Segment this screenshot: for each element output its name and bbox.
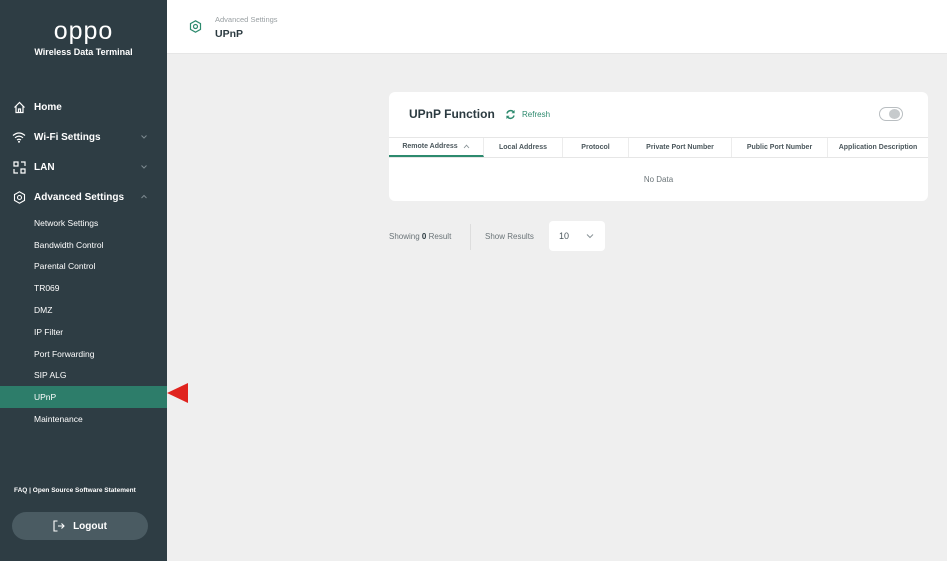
sidebar-item-label: Advanced Settings [34, 191, 125, 203]
sidebar-subitem-parental-control[interactable]: Parental Control [0, 256, 167, 278]
refresh-button[interactable]: Refresh [505, 109, 550, 120]
column-private-port-number[interactable]: Private Port Number [629, 138, 732, 157]
chevron-down-icon [141, 135, 147, 139]
logout-icon [53, 520, 65, 532]
chevron-up-icon [141, 194, 147, 199]
showing-suffix: Result [428, 232, 452, 241]
gear-icon [12, 190, 26, 204]
column-header-label: Application Description [838, 144, 918, 151]
show-results-label: Show Results [485, 232, 534, 241]
sidebar-item-lan[interactable]: LAN [0, 152, 167, 182]
column-header-label: Remote Address [402, 143, 458, 150]
gear-icon [189, 20, 202, 33]
logout-label: Logout [73, 520, 107, 532]
oppo-logo: oppo [53, 17, 114, 45]
sidebar-item-home[interactable]: Home [0, 92, 167, 122]
sidebar-item-wifi-settings[interactable]: Wi-Fi Settings [0, 122, 167, 152]
brand: oppo Wireless Data Terminal [0, 18, 167, 57]
refresh-label: Refresh [522, 110, 551, 119]
header-bar: Advanced Settings UPnP [167, 0, 947, 54]
column-header-label: Local Address [499, 144, 547, 151]
showing-prefix: Showing [389, 232, 420, 241]
page-size-select[interactable]: 10 [549, 221, 605, 251]
card-title: UPnP Function [409, 107, 495, 121]
upnp-toggle[interactable] [879, 107, 903, 121]
page-title: UPnP [215, 28, 244, 40]
sidebar-item-label: LAN [34, 161, 55, 173]
divider [470, 224, 471, 250]
lan-icon [12, 160, 26, 174]
wifi-icon [12, 130, 26, 144]
sidebar-subitem-sip-alg[interactable]: SIP ALG [0, 365, 167, 387]
result-count: 0 [421, 232, 427, 241]
column-header-label: Private Port Number [646, 144, 714, 151]
sidebar-subitem-network-settings[interactable]: Network Settings [0, 212, 167, 234]
sort-up-icon [463, 144, 470, 149]
sidebar: oppo Wireless Data Terminal Home Wi-Fi S… [0, 0, 167, 561]
sidebar-subitem-maintenance[interactable]: Maintenance [0, 408, 167, 430]
column-header-label: Public Port Number [746, 144, 813, 151]
chevron-down-icon [586, 234, 594, 239]
column-remote-address[interactable]: Remote Address [389, 138, 484, 157]
sidebar-subitem-tr069[interactable]: TR069 [0, 277, 167, 299]
sidebar-subitem-port-forwarding[interactable]: Port Forwarding [0, 343, 167, 365]
red-arrow-pointer-icon [167, 383, 188, 403]
column-public-port-number[interactable]: Public Port Number [732, 138, 828, 157]
empty-table-message: No Data [643, 175, 674, 184]
column-local-address[interactable]: Local Address [484, 138, 563, 157]
refresh-icon [506, 109, 515, 120]
result-count-text: Showing 0 Result [389, 232, 451, 241]
sidebar-item-label: Home [34, 101, 62, 113]
page-size-value: 10 [559, 231, 570, 241]
sidebar-subitem-dmz[interactable]: DMZ [0, 299, 167, 321]
sidebar-nav: Home Wi-Fi Settings LAN Advanced Setting… [0, 92, 167, 430]
column-application-description[interactable]: Application Description [828, 138, 928, 157]
breadcrumb[interactable]: Advanced Settings [215, 15, 278, 24]
brand-subtitle: Wireless Data Terminal [34, 47, 133, 57]
chevron-down-icon [141, 165, 147, 169]
sidebar-subitem-ip-filter[interactable]: IP Filter [0, 321, 167, 343]
logout-button[interactable]: Logout [12, 512, 148, 540]
column-protocol[interactable]: Protocol [563, 138, 629, 157]
sidebar-item-advanced-settings[interactable]: Advanced Settings [0, 182, 167, 212]
home-icon [12, 100, 26, 114]
sidebar-subitem-bandwidth-control[interactable]: Bandwidth Control [0, 234, 167, 256]
sidebar-subitem-upnp[interactable]: UPnP [0, 386, 167, 409]
footer-links[interactable]: FAQ | Open Source Software Statement [14, 487, 136, 494]
toggle-knob [889, 109, 900, 119]
sidebar-item-label: Wi-Fi Settings [34, 131, 101, 143]
column-header-label: Protocol [581, 144, 610, 151]
table-header: Remote Address Local Address Protocol Pr… [389, 137, 928, 158]
upnp-card: UPnP Function Refresh Remote Address Loc… [389, 92, 928, 201]
